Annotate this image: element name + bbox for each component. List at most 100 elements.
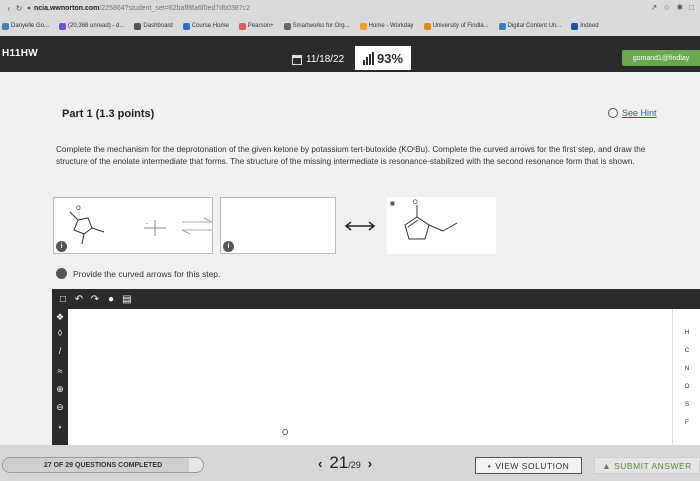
bookmark-favicon-icon xyxy=(59,22,67,30)
bookmark-item[interactable]: (20,368 unread) - d... xyxy=(59,22,125,30)
back-icon[interactable]: ‹ xyxy=(4,4,14,13)
zoom-icon[interactable]: ● xyxy=(106,294,116,305)
view-solution-button[interactable]: • VIEW SOLUTION xyxy=(475,457,582,474)
drawing-side-tools: ❖ ◊ / ≈ ⊕ ⊖ ⋆ xyxy=(52,309,68,445)
bookmark-item[interactable]: University of Findla... xyxy=(423,22,489,30)
bookmark-favicon-icon xyxy=(182,22,190,30)
bond-tool-icon[interactable]: / xyxy=(54,345,66,357)
element-button[interactable]: O xyxy=(681,383,693,390)
svg-text:-: - xyxy=(146,221,148,227)
chain-tool-icon[interactable]: ≈ xyxy=(54,365,66,377)
bookmark-item[interactable]: Home - Workday xyxy=(359,22,414,30)
next-question-button[interactable]: › xyxy=(368,456,372,471)
question-panel: Part 1 (1.3 points) See Hint Complete th… xyxy=(0,72,700,445)
eraser-tool-icon[interactable]: ◊ xyxy=(54,327,66,339)
plus-charge-icon[interactable]: ⊕ xyxy=(54,383,66,395)
bookmark-item[interactable]: Smartworks for Org... xyxy=(283,22,350,30)
part-title: Part 1 (1.3 points) xyxy=(62,108,154,120)
element-palette: H C N O S F xyxy=(672,309,700,445)
select-tool-icon[interactable]: ❖ xyxy=(54,311,66,323)
bookmarks-bar: Danyelle Go... (20,368 unread) - d... Dash… xyxy=(0,16,700,36)
info-icon[interactable]: i xyxy=(223,241,234,252)
bookmark-label: Dashboard xyxy=(143,23,173,29)
browser-chrome: ‹ ↻ ● ncia.wwnorton.com /225864?student_… xyxy=(0,0,700,36)
element-button[interactable]: N xyxy=(681,365,693,372)
element-button[interactable]: F xyxy=(681,419,693,426)
lock-icon: ■ xyxy=(390,199,395,208)
bookmark-item[interactable]: Course Home xyxy=(182,22,229,30)
redo-icon[interactable]: ↷ xyxy=(90,294,100,305)
submit-answer-button[interactable]: ▲ SUBMIT ANSWER xyxy=(594,457,700,474)
prev-question-button[interactable]: ‹ xyxy=(318,456,322,471)
new-icon[interactable]: □ xyxy=(58,294,68,305)
current-question: 21 xyxy=(329,453,349,472)
bookmark-favicon-icon xyxy=(498,22,506,30)
star-icon[interactable]: ☆ xyxy=(663,3,670,12)
assignment-title: H11HW xyxy=(2,48,38,59)
undo-icon[interactable]: ↶ xyxy=(74,294,84,305)
oxygen-placeholder-icon: O xyxy=(282,428,288,437)
share-icon[interactable]: ↗ xyxy=(651,3,658,12)
bookmark-label: Danyelle Go... xyxy=(11,23,50,29)
score-badge: 93% xyxy=(355,46,411,70)
svg-text:O: O xyxy=(413,200,418,206)
lock-icon: ● xyxy=(26,4,32,12)
bookmark-label: University of Findla... xyxy=(432,23,489,29)
bookmark-label: Smartworks for Org... xyxy=(292,23,350,29)
progress-text: 27 OF 29 QUESTIONS COMPLETED xyxy=(43,461,163,469)
user-menu[interactable]: gomand1@findlay xyxy=(622,50,700,66)
resonance-form-box: O ■ xyxy=(387,197,496,254)
bookmark-item[interactable]: Pearson+ xyxy=(238,22,274,30)
info-icon[interactable]: i xyxy=(56,241,67,252)
question-text: Complete the mechanism for the deprotona… xyxy=(56,145,646,166)
element-button[interactable]: C xyxy=(681,347,693,354)
info-icon[interactable] xyxy=(56,268,67,279)
bookmark-label: Home - Workday xyxy=(368,23,414,29)
bookmark-item[interactable]: Digital Content Un... xyxy=(498,22,561,30)
hint-button[interactable]: See Hint xyxy=(608,108,657,118)
url-path: /225864?student_set=62baff8fa6f0ed7db038… xyxy=(99,4,251,12)
reactant-structure: O - xyxy=(69,206,213,245)
question-total: /29 xyxy=(348,460,361,470)
bookmark-label: Indeed xyxy=(580,23,599,29)
url-bar[interactable]: ‹ ↻ ● ncia.wwnorton.com /225864?student_… xyxy=(0,0,700,16)
arrows-prompt: Provide the curved arrows for this step. xyxy=(56,268,220,279)
bookmark-favicon-icon xyxy=(423,22,431,30)
score-value: 93% xyxy=(376,50,404,66)
bookmark-item[interactable]: Danyelle Go... xyxy=(2,22,50,30)
hint-link[interactable]: See Hint xyxy=(622,108,657,118)
score-bars-icon xyxy=(362,51,374,65)
bookmark-favicon-icon xyxy=(359,22,367,30)
drawing-toolbar: □ ↶ ↷ ● ▤ xyxy=(52,289,700,309)
bookmark-favicon-icon xyxy=(2,22,9,30)
element-button[interactable]: S xyxy=(681,401,693,408)
submit-icon: ▲ xyxy=(602,460,612,471)
question-pager: ‹ 21/29 › xyxy=(318,453,372,473)
template-icon[interactable]: ▤ xyxy=(122,294,132,305)
bookmark-favicon-icon xyxy=(134,22,142,30)
bookmark-label: (20,368 unread) - d... xyxy=(68,23,125,29)
ring-tool-icon[interactable]: ⋆ xyxy=(54,421,66,433)
element-button[interactable]: H xyxy=(681,329,693,336)
arrows-prompt-text: Provide the curved arrows for this step. xyxy=(73,268,221,279)
reactant-box[interactable]: O - i xyxy=(53,197,213,254)
calendar-icon xyxy=(292,54,302,65)
bookmark-item[interactable]: Indeed xyxy=(571,22,599,30)
reload-icon[interactable]: ↻ xyxy=(14,4,24,13)
plus-icon: • xyxy=(487,460,492,471)
window-icon[interactable]: □ xyxy=(689,3,694,12)
drawing-canvas[interactable]: O xyxy=(68,309,672,445)
due-date-text: 11/18/22 xyxy=(306,54,345,65)
resonance-arrow-icon xyxy=(344,221,376,231)
view-solution-label: VIEW SOLUTION xyxy=(495,460,570,471)
due-date: 11/18/22 xyxy=(292,54,344,65)
intermediate-drop-box[interactable]: i xyxy=(220,197,336,254)
bookmark-item[interactable]: Dashboard xyxy=(134,22,173,30)
progress-bar: 27 OF 29 QUESTIONS COMPLETED xyxy=(2,457,204,473)
lightbulb-icon xyxy=(608,108,618,118)
minus-charge-icon[interactable]: ⊖ xyxy=(54,401,66,413)
extension-icon[interactable]: ✱ xyxy=(676,3,683,12)
part-points: (1.3 points) xyxy=(95,108,155,120)
bookmark-label: Pearson+ xyxy=(247,23,274,29)
bookmark-label: Course Home xyxy=(191,23,229,29)
